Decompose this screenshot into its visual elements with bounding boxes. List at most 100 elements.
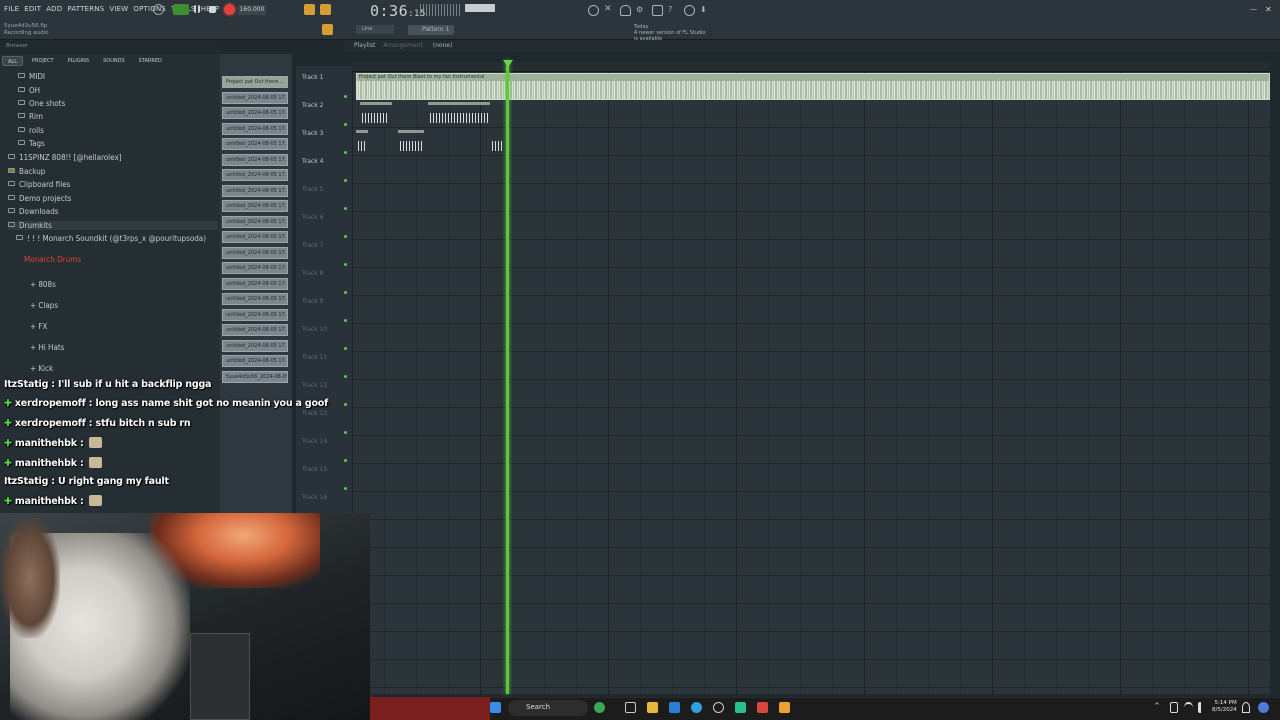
browser-item[interactable]: + Claps xyxy=(30,301,58,310)
playhead-marker[interactable] xyxy=(503,60,513,67)
clip-item[interactable]: untitled_2024-08-05 17... xyxy=(222,324,288,336)
pause-icon[interactable] xyxy=(194,5,200,13)
master-volume-slider[interactable] xyxy=(465,4,495,12)
pattern-selector[interactable]: Pattern 1 xyxy=(408,25,454,35)
track-label[interactable]: Track 14 xyxy=(302,438,327,445)
clip-item[interactable]: untitled_2024-08-05 17... xyxy=(222,278,288,290)
track-label[interactable]: Track 12 xyxy=(302,382,327,389)
clip-item[interactable]: untitled_2024-08-05 17... xyxy=(222,216,288,228)
menu-add[interactable]: ADD xyxy=(46,5,62,13)
timeline-ruler[interactable] xyxy=(352,62,1270,72)
audio-clip-main[interactable]: Project pat Out there Blast to my fan In… xyxy=(356,73,1270,100)
pattern-mode-icon[interactable] xyxy=(304,4,315,15)
track-led[interactable] xyxy=(344,151,347,154)
track-led[interactable] xyxy=(344,487,347,490)
track-label[interactable]: Track 11 xyxy=(302,354,327,361)
clip-item[interactable]: untitled_2024-08-05 17... xyxy=(222,123,288,135)
playlist-grid[interactable] xyxy=(352,72,1270,694)
browser-item[interactable]: One shots xyxy=(18,99,65,108)
minimize-icon[interactable]: — xyxy=(1250,5,1261,16)
save-icon[interactable] xyxy=(652,5,663,16)
tray-chevron-icon[interactable]: ^ xyxy=(1154,702,1162,713)
clip-item[interactable]: untitled_2024-08-05 17... xyxy=(222,92,288,104)
audio-clip[interactable] xyxy=(428,102,490,126)
track-label[interactable]: Track 5 xyxy=(302,186,323,193)
browser-item[interactable]: Downloads xyxy=(8,207,59,216)
clip-item[interactable]: untitled_2024-08-05 17... xyxy=(222,200,288,212)
track-label[interactable]: Track 2 xyxy=(302,102,323,109)
playhead[interactable] xyxy=(506,60,509,694)
settings-icon[interactable]: ⚙ xyxy=(636,5,647,16)
track-label[interactable]: Track 3 xyxy=(302,130,323,137)
track-label[interactable]: Track 6 xyxy=(302,214,323,221)
browser-item[interactable]: 11SPINZ 808!! [@hellarolex] xyxy=(8,153,122,162)
store-icon[interactable] xyxy=(669,702,680,713)
file-explorer-icon[interactable] xyxy=(647,702,658,713)
window-close-icon[interactable]: ✕ xyxy=(1265,5,1276,16)
browser-item[interactable]: + Kick xyxy=(30,364,53,373)
clip-item[interactable]: untitled_2024-08-05 17... xyxy=(222,309,288,321)
wifi-icon[interactable] xyxy=(1184,702,1193,713)
browser-item[interactable]: Tags xyxy=(18,139,45,148)
track-label[interactable]: Track 16 xyxy=(302,494,327,501)
mic-icon[interactable] xyxy=(620,5,631,16)
clip-item[interactable]: 5yue4d3u56_2024-08-05... xyxy=(222,371,288,383)
wait-input-icon[interactable] xyxy=(320,4,331,15)
clip-item[interactable]: untitled_2024-08-05 17... xyxy=(222,154,288,166)
clip-item[interactable]: Project pat Out there... xyxy=(222,76,288,88)
stop-icon[interactable] xyxy=(209,6,216,13)
media-icon[interactable] xyxy=(713,702,724,713)
track-label[interactable]: Track 7 xyxy=(302,242,323,249)
browser-item[interactable]: Backup xyxy=(8,167,45,176)
track-led[interactable] xyxy=(344,179,347,182)
browser-item-selected[interactable]: Drumkits xyxy=(8,221,218,230)
track-label[interactable]: Track 13 xyxy=(302,410,327,417)
track-led[interactable] xyxy=(344,459,347,462)
taskbar-search[interactable]: Search xyxy=(508,700,588,716)
browser-item[interactable]: + 808s xyxy=(30,280,56,289)
browser-item[interactable]: + Hi Hats xyxy=(30,343,64,352)
notification-bell-icon[interactable] xyxy=(1242,702,1250,713)
fl-studio-icon[interactable] xyxy=(779,702,790,713)
audio-clip[interactable] xyxy=(356,130,368,154)
clip-item[interactable]: untitled_2024-08-05 17... xyxy=(222,262,288,274)
clip-item[interactable]: untitled_2024-08-05 17... xyxy=(222,355,288,367)
browser-item[interactable]: Demo projects xyxy=(8,194,71,203)
track-led[interactable] xyxy=(344,431,347,434)
tab-all[interactable]: ALL xyxy=(2,56,23,66)
audio-clip[interactable] xyxy=(398,130,424,154)
browser-item[interactable]: rolls xyxy=(18,126,44,135)
app-icon[interactable] xyxy=(757,702,768,713)
track-led[interactable] xyxy=(344,235,347,238)
song-mode-toggle[interactable] xyxy=(173,4,189,15)
track-led[interactable] xyxy=(344,347,347,350)
audio-clip[interactable] xyxy=(490,130,504,154)
track-led[interactable] xyxy=(344,375,347,378)
tab-starred[interactable]: STARRED xyxy=(134,56,167,66)
clip-item[interactable]: untitled_2024-08-05 17... xyxy=(222,138,288,150)
track-led[interactable] xyxy=(344,263,347,266)
app-icon[interactable] xyxy=(735,702,746,713)
clip-item[interactable]: untitled_2024-08-05 17... xyxy=(222,340,288,352)
track-led[interactable] xyxy=(344,95,347,98)
track-label[interactable]: Track 8 xyxy=(302,270,323,277)
chat-icon[interactable] xyxy=(684,5,695,16)
clip-item[interactable]: untitled_2024-08-05 17... xyxy=(222,293,288,305)
tab-project[interactable]: PROJECT xyxy=(27,56,59,66)
metronome-icon[interactable] xyxy=(153,4,164,15)
tab-sounds[interactable]: SOUNDS xyxy=(98,56,130,66)
record-button[interactable] xyxy=(224,4,235,15)
track-led[interactable] xyxy=(344,403,347,406)
browser-item[interactable]: Clipboard files xyxy=(8,180,70,189)
track-led[interactable] xyxy=(344,291,347,294)
windows-start-icon[interactable] xyxy=(490,702,501,713)
clip-item[interactable]: untitled_2024-08-05 17... xyxy=(222,247,288,259)
browser-item-monarch-drums[interactable]: Monarch Drums xyxy=(24,255,81,264)
draw-tool-icon[interactable] xyxy=(322,24,333,35)
help-icon[interactable]: ? xyxy=(668,5,679,16)
clip-item[interactable]: untitled_2024-08-05 17... xyxy=(222,231,288,243)
tempo-display[interactable]: 160.000 xyxy=(238,5,266,15)
playlist-pattern[interactable]: (none) xyxy=(433,42,453,49)
menu-file[interactable]: FILE xyxy=(4,5,19,13)
tab-plugins[interactable]: PLUGINS xyxy=(63,56,94,66)
